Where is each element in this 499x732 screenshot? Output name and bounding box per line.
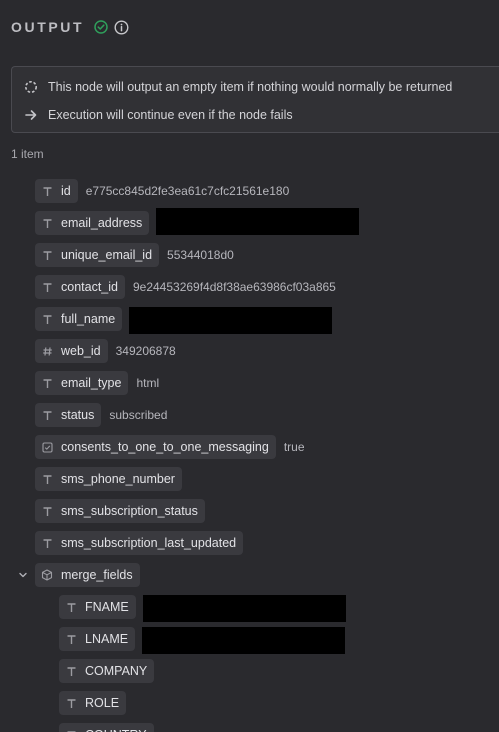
field-value[interactable]: 55344018d0 xyxy=(167,248,234,262)
field-key-pill[interactable]: email_address xyxy=(35,211,150,235)
field-row-email-address: email_address xyxy=(35,208,360,235)
chevron-down-icon[interactable] xyxy=(17,569,29,581)
field-row-merge-fields: merge_fields xyxy=(35,563,140,587)
field-row-web-id: web_id 349206878 xyxy=(35,339,176,363)
field-value[interactable]: true xyxy=(284,440,305,454)
field-key-pill[interactable]: id xyxy=(35,179,78,203)
field-row-status: status subscribed xyxy=(35,403,167,427)
field-row-country: COUNTRY xyxy=(59,723,154,732)
field-key: sms_subscription_last_updated xyxy=(61,536,237,550)
number-type-icon xyxy=(41,345,53,357)
string-type-icon xyxy=(65,665,77,677)
field-key: status xyxy=(61,408,95,422)
field-key: email_address xyxy=(61,216,143,230)
field-row-lname: LNAME xyxy=(59,626,346,654)
field-key-pill[interactable]: LNAME xyxy=(59,627,136,651)
string-type-icon xyxy=(41,505,53,517)
field-key-pill[interactable]: unique_email_id xyxy=(35,243,160,267)
field-key: id xyxy=(61,184,71,198)
field-key: LNAME xyxy=(85,632,129,646)
output-title: OUTPUT xyxy=(11,19,85,35)
arrow-right-icon xyxy=(24,108,38,122)
field-row-consents: consents_to_one_to_one_messaging true xyxy=(35,435,305,459)
field-value[interactable]: 9e24453269f4d8f38ae63986cf03a865 xyxy=(133,280,336,294)
item-count: 1 item xyxy=(11,147,44,161)
string-type-icon xyxy=(41,409,53,421)
field-value[interactable]: 349206878 xyxy=(116,344,176,358)
field-key: COMPANY xyxy=(85,664,148,678)
field-key: unique_email_id xyxy=(61,248,153,262)
object-cube-icon xyxy=(41,569,53,581)
field-key: sms_phone_number xyxy=(61,472,175,486)
field-key-pill[interactable]: FNAME xyxy=(59,595,136,619)
string-type-icon xyxy=(41,217,53,229)
field-key-pill[interactable]: COUNTRY xyxy=(59,723,154,732)
field-row-fname: FNAME xyxy=(59,594,346,622)
field-key: web_id xyxy=(61,344,101,358)
field-key: FNAME xyxy=(85,600,129,614)
dotted-circle-icon xyxy=(24,80,38,94)
field-key: COUNTRY xyxy=(85,728,147,732)
field-row-sms-subscription-last-updated: sms_subscription_last_updated xyxy=(35,531,244,555)
field-row-role: ROLE xyxy=(59,691,127,715)
redacted-value xyxy=(129,306,333,334)
string-type-icon xyxy=(41,377,53,389)
field-key-pill[interactable]: sms_subscription_status xyxy=(35,499,205,523)
redacted-value xyxy=(156,208,360,235)
notice-continue-on-fail: Execution will continue even if the node… xyxy=(24,106,293,124)
field-key-pill[interactable]: ROLE xyxy=(59,691,127,715)
info-circle-icon[interactable] xyxy=(114,19,129,35)
field-value[interactable]: html xyxy=(136,376,159,390)
field-row-company: COMPANY xyxy=(59,659,155,683)
check-circle-icon xyxy=(94,20,108,34)
field-key: email_type xyxy=(61,376,122,390)
field-key-pill[interactable]: consents_to_one_to_one_messaging xyxy=(35,435,276,459)
string-type-icon xyxy=(41,185,53,197)
field-row-sms-phone-number: sms_phone_number xyxy=(35,467,182,491)
field-key-pill[interactable]: contact_id xyxy=(35,275,125,299)
field-key: sms_subscription_status xyxy=(61,504,198,518)
string-type-icon xyxy=(41,313,53,325)
node-settings-notice: This node will output an empty item if n… xyxy=(11,66,499,133)
string-type-icon xyxy=(65,633,77,645)
field-row-contact-id: contact_id 9e24453269f4d8f38ae63986cf03a… xyxy=(35,275,336,299)
notice-text: This node will output an empty item if n… xyxy=(48,80,453,94)
redacted-value xyxy=(142,594,346,622)
field-value[interactable]: e775cc845d2fe3ea61c7cfc21561e180 xyxy=(86,184,290,198)
notice-text: Execution will continue even if the node… xyxy=(48,108,293,122)
field-row-unique-email-id: unique_email_id 55344018d0 xyxy=(35,243,234,267)
field-row-id: id e775cc845d2fe3ea61c7cfc21561e180 xyxy=(35,179,289,203)
field-key-pill[interactable]: status xyxy=(35,403,102,427)
field-row-sms-subscription-status: sms_subscription_status xyxy=(35,499,205,523)
field-key: merge_fields xyxy=(61,568,133,582)
field-key-pill[interactable]: sms_phone_number xyxy=(35,467,182,491)
output-panel: OUTPUT This node will output an empty it… xyxy=(0,0,499,732)
field-key-pill[interactable]: email_type xyxy=(35,371,129,395)
string-type-icon xyxy=(65,601,77,613)
field-value[interactable]: subscribed xyxy=(109,408,167,422)
string-type-icon xyxy=(65,697,77,709)
output-header: OUTPUT xyxy=(11,17,129,37)
string-type-icon xyxy=(41,473,53,485)
field-key-pill[interactable]: full_name xyxy=(35,307,123,331)
string-type-icon xyxy=(41,249,53,261)
string-type-icon xyxy=(41,281,53,293)
redacted-value xyxy=(142,626,346,654)
notice-always-output: This node will output an empty item if n… xyxy=(24,78,452,96)
field-key-pill[interactable]: sms_subscription_last_updated xyxy=(35,531,244,555)
field-key-pill[interactable]: merge_fields xyxy=(35,563,140,587)
field-row-full-name: full_name xyxy=(35,306,333,334)
field-key: ROLE xyxy=(85,696,120,710)
field-key: consents_to_one_to_one_messaging xyxy=(61,440,269,454)
field-row-email-type: email_type html xyxy=(35,371,159,395)
boolean-type-icon xyxy=(41,441,53,453)
field-key: full_name xyxy=(61,312,116,326)
string-type-icon xyxy=(41,537,53,549)
field-key: contact_id xyxy=(61,280,118,294)
field-key-pill[interactable]: web_id xyxy=(35,339,108,363)
field-key-pill[interactable]: COMPANY xyxy=(59,659,155,683)
